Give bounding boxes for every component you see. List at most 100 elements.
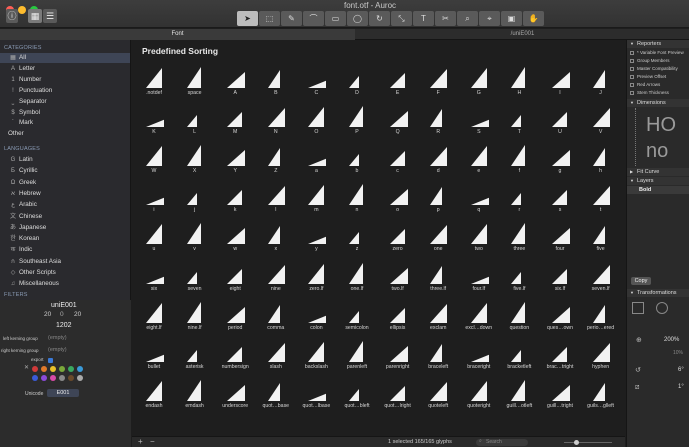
select-all-tool[interactable]: ⬚ [259,11,280,26]
percent-value[interactable]: 10% [673,350,683,356]
glyph-cell[interactable]: underscore [215,378,256,417]
color-label-swatch[interactable] [77,366,83,372]
glyph-cell[interactable]: P [337,104,378,143]
copy-button[interactable]: Copy [631,277,651,285]
glyph-cell[interactable]: E [378,65,419,104]
glyph-cell[interactable]: A [215,65,256,104]
hand-tool[interactable]: ✋ [523,11,544,26]
glyph-cell[interactable]: .notdef [134,65,175,104]
sidebar-item-cyrillic[interactable]: Б Cyrillic [0,166,130,176]
sidebar-item-korean[interactable]: 한 Korean [0,234,130,244]
glyph-cell[interactable]: nine [256,261,297,300]
color-label-swatch[interactable] [68,375,74,381]
glyph-cell[interactable]: quot…lbase [296,378,337,417]
glyph-cell[interactable]: q [459,182,500,221]
glyph-cell[interactable]: B [256,65,297,104]
sidebar-item-symbol[interactable]: $ Symbol [0,108,130,118]
glyph-cell[interactable]: s [540,182,581,221]
glyph-cell[interactable]: one.lf [337,261,378,300]
glyph-cell[interactable]: M [215,104,256,143]
select-tool[interactable]: ➤ [237,11,258,26]
transformations-header[interactable]: ▼ Transformations [627,289,689,297]
glyph-cell[interactable]: comma [256,300,297,339]
no-color-icon[interactable]: ✕ [24,364,29,371]
reporter-item[interactable]: Red Arrows [630,82,660,87]
glyph-cell[interactable]: S [459,104,500,143]
sidebar-item-number[interactable]: 1 Number [0,75,130,85]
glyph-cell[interactable]: quoteleft [418,378,459,417]
sidebar-item-southeast-asia[interactable]: ก Southeast Asia [0,257,130,267]
sidebar-item-separator[interactable]: ⎵ Separator [0,97,130,107]
glyph-cell[interactable]: e [459,143,500,182]
glyph-cell[interactable]: guill…otleft [499,378,540,417]
glyph-cell[interactable]: g [540,143,581,182]
glyph-cell[interactable]: Z [256,143,297,182]
glyph-cell[interactable]: four [540,221,581,260]
glyph-cell[interactable]: guill…tright [540,378,581,417]
glyph-cell[interactable]: six [134,261,175,300]
add-glyph-button[interactable]: + [138,437,143,446]
glyph-cell[interactable]: quoteright [459,378,500,417]
glyph-cell[interactable]: R [418,104,459,143]
reporter-item[interactable]: Master Compatibility [630,66,678,71]
glyph-cell[interactable]: Y [215,143,256,182]
sidebar-item-latin[interactable]: G Latin [0,155,130,165]
image-tool[interactable]: ▣ [501,11,522,26]
remove-glyph-button[interactable]: − [150,437,155,446]
rotate-tool[interactable]: ↻ [369,11,390,26]
zoom-slider[interactable] [564,440,612,445]
glyph-cell[interactable]: eight.lf [134,300,175,339]
glyph-cell[interactable]: C [296,65,337,104]
pen-tool[interactable]: ✎ [281,11,302,26]
glyph-cell[interactable]: n [337,182,378,221]
sidebar-item-indic[interactable]: क Indic [0,245,130,255]
sidebar-item-mark[interactable]: ´ Mark [0,118,130,128]
color-label-swatch[interactable] [59,375,65,381]
glyph-cell[interactable]: five [581,221,622,260]
color-label-swatch[interactable] [68,366,74,372]
glyph-cell[interactable]: parenleft [337,339,378,378]
reporter-item[interactable]: * Variable Font Preview [630,50,684,55]
glyph-cell[interactable]: question [499,300,540,339]
glyph-cell[interactable]: slash [256,339,297,378]
glyph-cell[interactable]: z [337,221,378,260]
glyph-cell[interactable]: d [418,143,459,182]
glyph-cell[interactable]: a [296,143,337,182]
glyph-cell[interactable]: y [296,221,337,260]
glyph-cell[interactable]: V [581,104,622,143]
reporter-checkbox[interactable] [630,74,634,79]
text-tool[interactable]: T [413,11,434,26]
color-label-swatch[interactable] [32,375,38,381]
glyph-cell[interactable]: f [499,143,540,182]
glyph-cell[interactable]: o [378,182,419,221]
glyph-cell[interactable]: x [256,221,297,260]
glyph-cell[interactable]: bullet [134,339,175,378]
minimize-window-button[interactable] [18,6,26,14]
glyph-cell[interactable]: two [459,221,500,260]
glyph-cell[interactable]: brac…tright [540,339,581,378]
sidebar-item-hebrew[interactable]: א Hebrew [0,189,130,199]
sidebar-item-japanese[interactable]: あ Japanese [0,223,130,233]
glyph-cell[interactable]: seven.lf [581,261,622,300]
sidebar-item-arabic[interactable]: ع Arabic [0,200,130,210]
glyph-cell[interactable]: l [256,182,297,221]
layers-header[interactable]: ▼ Layers [627,177,689,185]
glyph-cell[interactable]: braceright [459,339,500,378]
glyph-cell[interactable]: K [134,104,175,143]
reporter-item[interactable]: Preview Offset [630,74,666,79]
glyph-cell[interactable]: L [175,104,216,143]
glyph-cell[interactable]: zero [378,221,419,260]
glyph-cell[interactable]: quot…lright [378,378,419,417]
glyph-cell[interactable]: c [378,143,419,182]
glyph-cell[interactable]: one [418,221,459,260]
zoom-value[interactable]: 200% [664,337,679,343]
color-label-swatch[interactable] [32,366,38,372]
rectangle-tool[interactable]: ▭ [325,11,346,26]
sidebar-item-other-scripts[interactable]: ◇ Other Scripts [0,268,130,278]
layer-bold[interactable]: Bold [627,186,689,194]
slant-value[interactable]: 1° [678,384,684,390]
color-label-swatch[interactable] [50,375,56,381]
glyph-cell[interactable]: u [134,221,175,260]
glyph-cell[interactable]: seven [175,261,216,300]
glyph-cell[interactable]: H [499,65,540,104]
